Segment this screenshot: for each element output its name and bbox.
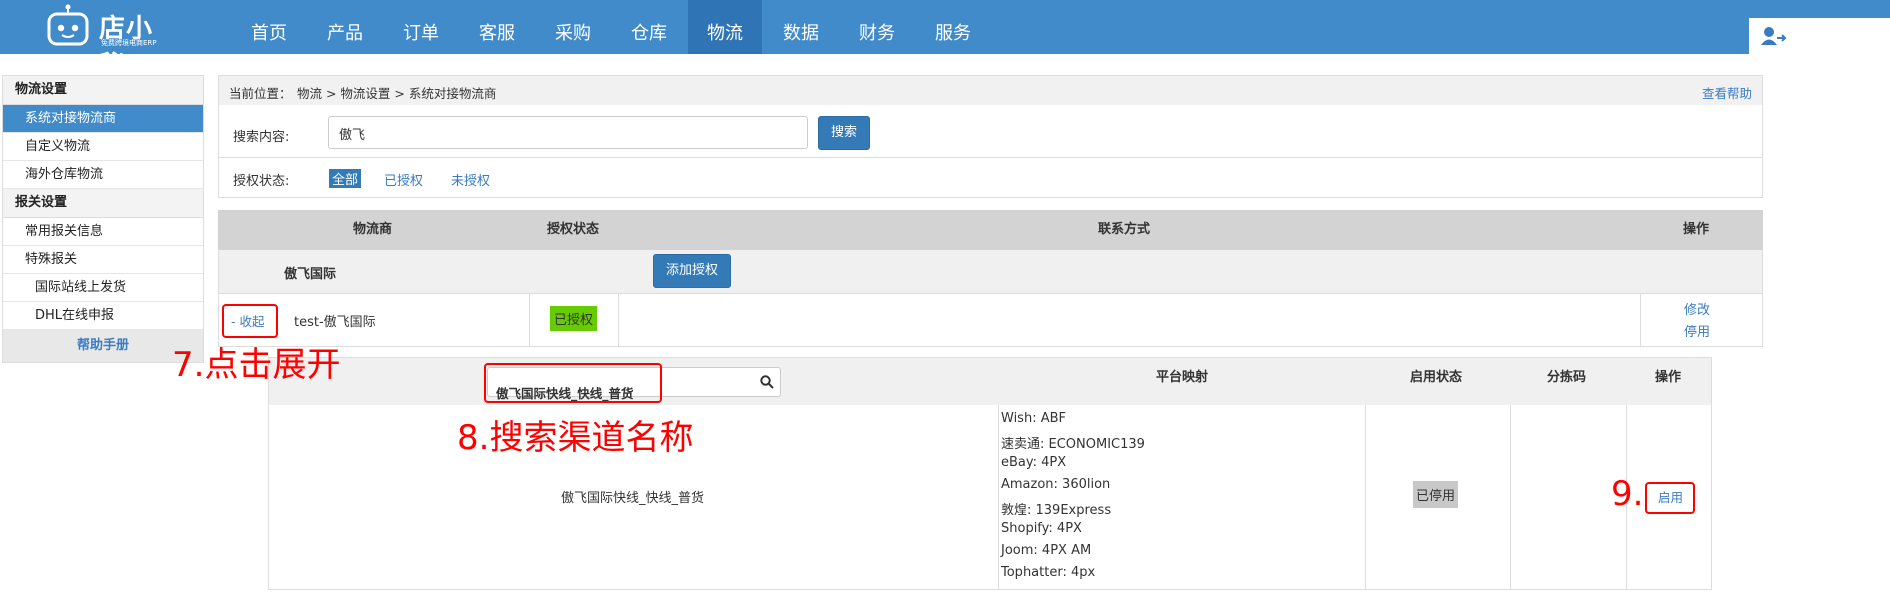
annotation-box-channel-search [484, 363, 662, 403]
carrier-group-row: 傲飞国际 添加授权 [218, 250, 1763, 294]
cell-divider [618, 294, 619, 346]
annotation-box-enable [1645, 482, 1695, 514]
sidebar-item-special-customs[interactable]: 特殊报关 [3, 246, 203, 274]
nav-warehouse[interactable]: 仓库 [612, 0, 686, 54]
auth-status-label: 授权状态: [233, 174, 290, 189]
cell-divider [1365, 405, 1366, 589]
search-button[interactable]: 搜索 [818, 116, 870, 150]
sidebar-item-dhl-declare[interactable]: DHL在线申报 [3, 302, 203, 330]
mapping-line: 速卖通: ECONOMIC139 [1001, 437, 1145, 452]
edit-link[interactable]: 修改 [1684, 299, 1710, 318]
cell-divider [998, 405, 999, 589]
nav-customer-service[interactable]: 客服 [460, 0, 534, 54]
col-sort-code: 分拣码 [1547, 370, 1587, 385]
nav-finance[interactable]: 财务 [840, 0, 914, 54]
nav-home[interactable]: 首页 [232, 0, 306, 54]
sidebar-section-logistics: 物流设置 [3, 76, 203, 105]
nav-services[interactable]: 服务 [916, 0, 990, 54]
view-help-link[interactable]: 查看帮助 [1702, 83, 1752, 102]
sidebar-item-overseas-warehouse[interactable]: 海外仓库物流 [3, 161, 203, 189]
sidebar-item-intl-shipping[interactable]: 国际站线上发货 [3, 274, 203, 302]
nav-purchasing[interactable]: 采购 [536, 0, 610, 54]
mapping-line: Wish: ABF [1001, 411, 1066, 426]
carrier-table-header: 物流商 授权状态 联系方式 操作 [218, 210, 1763, 250]
search-icon[interactable] [760, 375, 774, 389]
carrier-account-name: test-傲飞国际 [294, 315, 376, 330]
col-carrier: 物流商 [353, 222, 393, 237]
add-authorization-button[interactable]: 添加授权 [653, 254, 731, 288]
sidebar-item-custom-logistics[interactable]: 自定义物流 [3, 133, 203, 161]
annotation-step-9: 9. [1611, 474, 1644, 514]
user-menu[interactable] [1749, 18, 1890, 54]
user-icon [1761, 27, 1787, 45]
col-actions: 操作 [1683, 222, 1710, 237]
annotation-step-8: 8.搜索渠道名称 [457, 418, 694, 458]
filter-unauthorized[interactable]: 未授权 [451, 170, 490, 189]
col-auth-status: 授权状态 [547, 222, 600, 237]
mapping-line: Amazon: 360lion [1001, 477, 1111, 492]
sidebar-item-system-carriers[interactable]: 系统对接物流商 [3, 105, 203, 133]
breadcrumb-prefix: 当前位置： [229, 86, 292, 101]
mapping-line: Tophatter: 4px [1001, 565, 1096, 580]
breadcrumb: 当前位置： 物流 > 物流设置 > 系统对接物流商 查看帮助 [218, 75, 1763, 107]
divider [219, 157, 1762, 158]
nav-logistics[interactable]: 物流 [688, 0, 762, 54]
breadcrumb-path[interactable]: 物流 > 物流设置 > 系统对接物流商 [297, 83, 496, 102]
cell-divider [529, 294, 530, 346]
col-channel-actions: 操作 [1655, 370, 1682, 385]
robot-logo-icon [47, 4, 89, 46]
search-panel: 搜索内容: 傲飞 搜索 授权状态: 全部 已授权 未授权 [218, 105, 1763, 198]
brand-tagline: 免费跨境电商ERP [101, 39, 157, 47]
disable-link[interactable]: 停用 [1684, 321, 1710, 340]
nav-products[interactable]: 产品 [308, 0, 382, 54]
filter-authorized[interactable]: 已授权 [384, 170, 423, 189]
main-nav: 首页 产品 订单 客服 采购 仓库 物流 数据 财务 服务 [232, 0, 992, 54]
table-row: - 收起 test-傲飞国际 已授权 修改 停用 [218, 294, 1763, 347]
sidebar-section-customs: 报关设置 [3, 189, 203, 218]
annotation-step-7: 7.点击展开 [172, 345, 341, 385]
nav-data[interactable]: 数据 [764, 0, 838, 54]
sidebar-item-common-customs[interactable]: 常用报关信息 [3, 218, 203, 246]
cell-divider [1510, 405, 1511, 589]
search-label: 搜索内容: [233, 130, 290, 145]
status-badge-authorized: 已授权 [550, 306, 598, 331]
col-enable-status: 启用状态 [1410, 370, 1463, 385]
annotation-box-collapse [222, 304, 278, 338]
mapping-line: eBay: 4PX [1001, 455, 1067, 470]
status-badge-disabled: 已停用 [1413, 481, 1459, 508]
search-input-value: 傲飞 [339, 128, 366, 143]
channel-name: 傲飞国际快线_快线_普货 [561, 491, 705, 506]
col-platform-mapping: 平台映射 [1156, 370, 1209, 385]
logo[interactable]: 店小秘 免费跨境电商ERP [45, 2, 175, 81]
nav-orders[interactable]: 订单 [384, 0, 458, 54]
filter-all[interactable]: 全部 [329, 169, 362, 188]
mapping-line: 敦煌: 139Express [1001, 503, 1112, 518]
cell-divider [1640, 294, 1641, 346]
top-navbar: 店小秘 免费跨境电商ERP 首页 产品 订单 客服 采购 仓库 物流 数据 财务… [0, 0, 1890, 81]
mapping-line: Shopify: 4PX [1001, 521, 1082, 536]
mapping-line: Joom: 4PX AM [1001, 543, 1092, 558]
sidebar: 物流设置 系统对接物流商 自定义物流 海外仓库物流 报关设置 常用报关信息 特殊… [2, 75, 204, 363]
carrier-group-name: 傲飞国际 [284, 267, 337, 282]
col-contact: 联系方式 [1098, 222, 1151, 237]
search-input[interactable]: 傲飞 [328, 116, 808, 149]
